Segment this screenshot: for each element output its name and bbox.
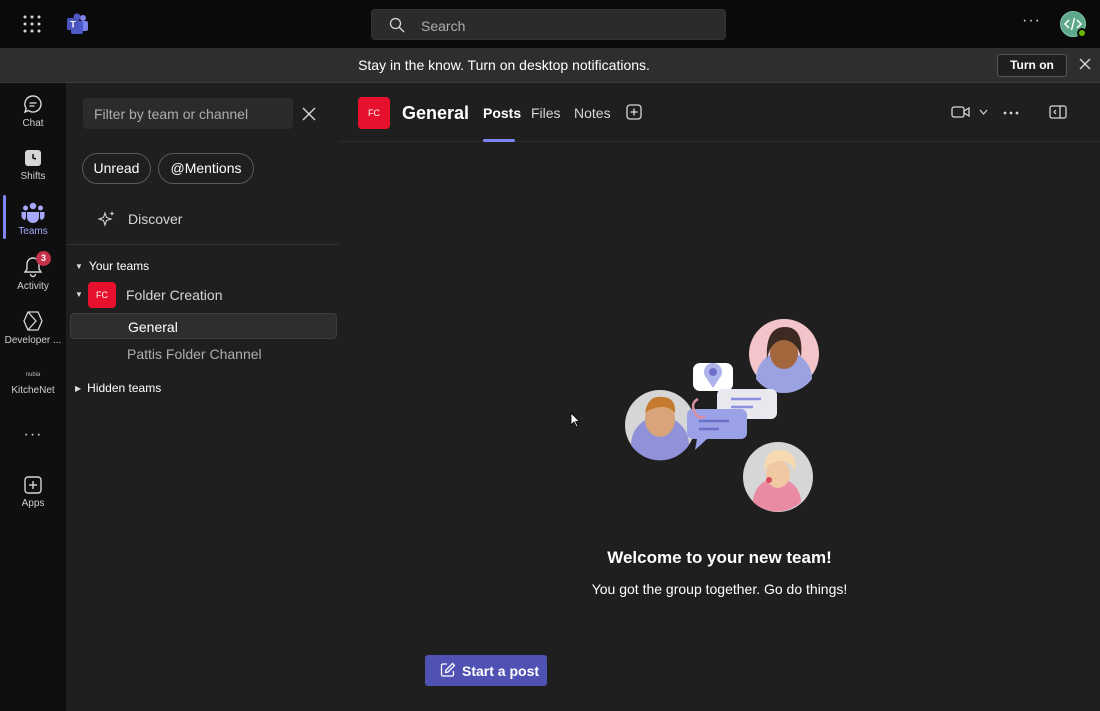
turn-on-notifications-button[interactable]: Turn on [997,54,1067,77]
unread-filter-pill[interactable]: Unread [82,153,151,184]
teams-logo-icon: T [67,13,88,34]
settings-more-button[interactable]: ··· [1022,12,1041,30]
rail-item-teams[interactable]: Teams [0,201,66,237]
close-icon[interactable] [1078,57,1092,71]
mouse-cursor-icon [570,412,580,428]
channel-view: FC General Posts Files Notes Welcome to … [339,83,1100,711]
more-apps-button[interactable]: ··· [0,426,66,444]
rail-item-activity[interactable]: 3 Activity [0,251,66,292]
your-teams-header[interactable]: ▼ Your teams [75,259,149,273]
channel-name: General [128,319,178,335]
rail-label: Apps [21,498,45,509]
chevron-down-icon: ▼ [75,290,83,299]
rail-item-chat[interactable]: Chat [0,93,66,129]
add-apps-icon [24,476,42,494]
svg-text:T: T [70,20,76,30]
channel-name: Pattis Folder Channel [127,346,262,362]
welcome-title: Welcome to your new team! [607,548,832,567]
rail-label: Shifts [20,171,46,182]
sparkle-icon [98,211,115,227]
channel-general[interactable]: General [70,313,337,339]
channel-avatar: FC [358,97,390,129]
title-bar: T Search ··· [0,0,1100,48]
search-placeholder: Search [421,18,466,34]
channel-header: FC General Posts Files Notes [339,83,1100,142]
teams-panel: Filter by team or channel Unread @Mentio… [66,83,339,711]
active-tab-indicator [483,139,515,142]
chevron-right-icon: ▶ [75,384,82,393]
app-launcher-icon[interactable] [22,14,42,34]
profile-avatar[interactable] [1060,11,1087,38]
start-post-button[interactable]: Start a post [425,655,547,686]
video-call-icon[interactable] [951,105,971,119]
chevron-down-icon: ▼ [75,262,83,271]
shifts-icon [25,150,41,166]
chevron-down-icon[interactable] [979,109,988,115]
tab-notes[interactable]: Notes [574,105,611,121]
search-input[interactable]: Search [371,9,726,40]
hidden-teams-label: Hidden teams [87,381,162,395]
rail-label: KitcheNet [11,385,55,396]
notification-message: Stay in the know. Turn on desktop notifi… [358,57,650,73]
rail-item-developer-portal[interactable]: Developer ... [0,310,66,346]
welcome-subtitle: You got the group together. Go do things… [591,581,848,597]
notification-banner: Stay in the know. Turn on desktop notifi… [0,48,1100,83]
filter-placeholder: Filter by team or channel [94,106,249,122]
welcome-illustration [625,319,819,512]
start-post-label: Start a post [462,663,540,679]
close-filter-icon[interactable] [302,107,316,121]
rail-item-kitchenet[interactable]: nubia KitcheNet [0,371,66,396]
tab-files[interactable]: Files [531,105,561,121]
filter-input[interactable]: Filter by team or channel [83,98,293,129]
chat-icon [23,95,42,114]
app-rail: Chat Shifts Teams 3 Activity Developer .… [0,83,66,711]
search-icon [389,17,405,33]
more-options-icon[interactable] [1003,111,1019,115]
rail-label: Teams [18,226,48,237]
kitchenet-icon: nubia [25,372,41,378]
team-avatar: FC [88,282,116,308]
rail-item-shifts[interactable]: Shifts [0,148,66,182]
team-name: Folder Creation [126,287,223,303]
developer-portal-icon [23,311,43,331]
tab-posts[interactable]: Posts [483,105,521,121]
mentions-filter-pill[interactable]: @Mentions [158,153,254,184]
your-teams-label: Your teams [88,259,150,273]
activity-count-badge: 3 [36,251,51,266]
rail-label: Chat [22,118,44,129]
divider [66,244,339,245]
discover-label: Discover [128,211,183,227]
add-tab-icon[interactable] [626,104,642,120]
rail-label: Developer ... [4,335,62,346]
open-panel-icon[interactable] [1049,105,1067,119]
teams-icon [21,202,45,223]
channel-pattis-folder-channel[interactable]: Pattis Folder Channel [70,341,337,367]
compose-icon [440,662,456,677]
rail-item-apps[interactable]: Apps [0,475,66,509]
hidden-teams-header[interactable]: ▶ Hidden teams [75,381,161,395]
channel-title: General [402,103,470,123]
rail-label: Activity [17,281,49,292]
presence-available-indicator [1077,28,1087,38]
